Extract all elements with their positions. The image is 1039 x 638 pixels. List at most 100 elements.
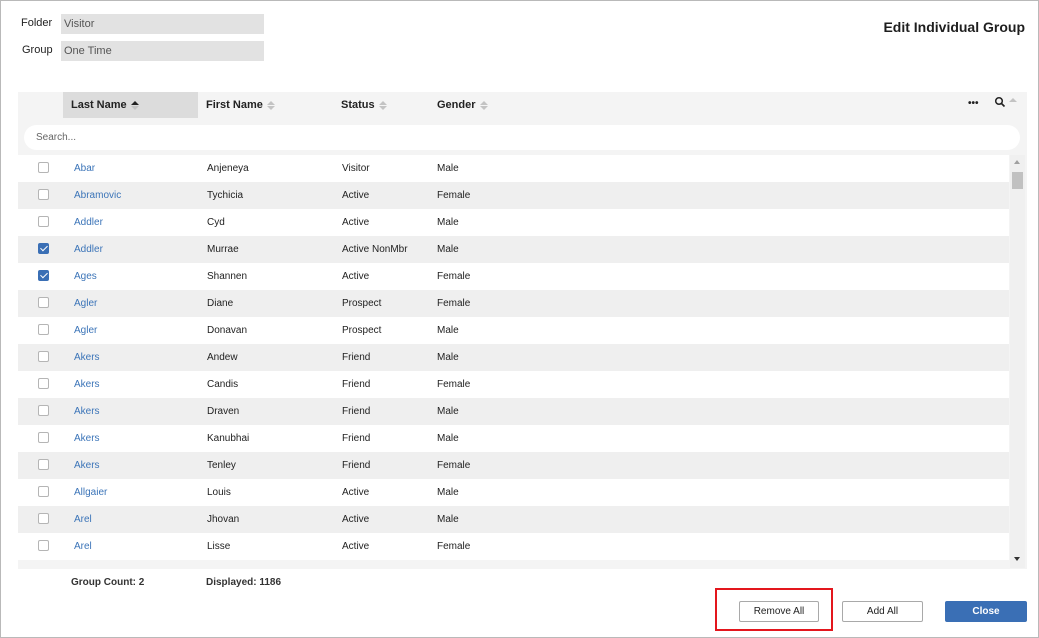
row-checkbox[interactable] (38, 270, 49, 281)
cell-last-name[interactable]: Addler (74, 236, 103, 263)
cell-last-name[interactable]: Arel (74, 506, 92, 533)
cell-last-name[interactable]: Allgaier (74, 479, 107, 506)
vertical-scrollbar[interactable] (1010, 155, 1025, 568)
cell-status: Active (342, 541, 370, 552)
group-field[interactable]: One Time (61, 41, 264, 61)
cell-last-name[interactable]: Agler (74, 317, 97, 344)
scroll-up-icon[interactable] (1014, 160, 1020, 164)
cell-first-name: Murrae (207, 244, 239, 255)
cell-last-name[interactable]: Akers (74, 398, 100, 425)
cell-last-name[interactable]: Abar (74, 155, 95, 182)
cell-gender: Male (437, 514, 459, 525)
row-checkbox[interactable] (38, 378, 49, 389)
column-label-last-name: Last Name (71, 99, 127, 111)
add-all-button[interactable]: Add All (842, 601, 923, 622)
table-row[interactable]: Akers Candis Friend Female (18, 371, 1009, 398)
folder-field[interactable]: Visitor (61, 14, 264, 34)
more-options-icon[interactable]: ••• (968, 98, 979, 109)
rows-container: Abar Anjeneya Visitor Male Abramovic Tychicia… (18, 155, 1009, 569)
table-row[interactable]: Agler Donavan Prospect Male (18, 317, 1009, 344)
cell-gender: Male (437, 487, 459, 498)
cell-status: Friend (342, 352, 371, 363)
cell-last-name[interactable]: Akers (74, 371, 100, 398)
cell-gender: Female (437, 541, 471, 552)
table-row[interactable]: Arel Jhovan Active Male (18, 506, 1009, 533)
column-header-gender[interactable]: Gender (437, 92, 488, 118)
row-checkbox[interactable] (38, 513, 49, 524)
cell-gender: Female (437, 379, 471, 390)
sort-icon (266, 100, 275, 110)
cell-first-name: Diane (207, 298, 234, 309)
cell-first-name: Louis (207, 487, 231, 498)
column-label-first-name: First Name (206, 99, 263, 111)
cell-status: Active (342, 217, 370, 228)
row-checkbox[interactable] (38, 486, 49, 497)
cell-last-name[interactable]: Abramovic (74, 182, 121, 209)
row-checkbox[interactable] (38, 540, 49, 551)
row-checkbox[interactable] (38, 162, 49, 173)
cell-last-name[interactable]: Addler (74, 209, 103, 236)
row-checkbox[interactable] (38, 351, 49, 362)
table-row[interactable]: Akers Kanubhai Friend Male (18, 425, 1009, 452)
cell-last-name[interactable]: Akers (74, 452, 100, 479)
close-button[interactable]: Close (945, 601, 1027, 622)
row-checkbox[interactable] (38, 432, 49, 443)
collapse-icon[interactable] (1009, 98, 1017, 102)
cell-status: Friend (342, 379, 371, 390)
row-checkbox[interactable] (38, 324, 49, 335)
displayed-count: Displayed: 1186 (206, 577, 282, 588)
members-grid: Last Name First Name Status Gender ••• S… (18, 92, 1027, 569)
sort-icon (130, 100, 139, 110)
edit-group-dialog: Folder Visitor Group One Time Edit Indiv… (0, 0, 1039, 638)
dialog-title: Edit Individual Group (883, 19, 1025, 35)
table-row[interactable]: Arel Lisse Active Female (18, 533, 1009, 560)
row-checkbox[interactable] (38, 216, 49, 227)
row-checkbox[interactable] (38, 189, 49, 200)
cell-first-name: Draven (207, 406, 240, 417)
table-row[interactable]: Abramovic Tychicia Active Female (18, 182, 1009, 209)
cell-status: Prospect (342, 325, 382, 336)
cell-last-name[interactable]: Arel (74, 533, 92, 560)
cell-status: Prospect (342, 298, 382, 309)
table-row[interactable]: Addler Murrae Active NonMbr Male (18, 236, 1009, 263)
search-input[interactable]: Search... (24, 125, 1020, 150)
group-label: Group (22, 44, 53, 56)
cell-status: Visitor (342, 163, 370, 174)
column-header-first-name[interactable]: First Name (206, 92, 275, 118)
search-icon[interactable] (994, 96, 1006, 111)
table-row[interactable]: Ages Shannen Active Female (18, 263, 1009, 290)
table-row[interactable]: Allgaier Louis Active Male (18, 479, 1009, 506)
cell-first-name: Tychicia (207, 190, 244, 201)
table-row[interactable]: Akers Draven Friend Male (18, 398, 1009, 425)
row-checkbox[interactable] (38, 243, 49, 254)
row-checkbox[interactable] (38, 297, 49, 308)
column-header-status[interactable]: Status (341, 92, 387, 118)
table-row[interactable]: Akers Andew Friend Male (18, 344, 1009, 371)
row-checkbox[interactable] (38, 405, 49, 416)
cell-gender: Male (437, 217, 459, 228)
cell-status: Active (342, 487, 370, 498)
cell-gender: Female (437, 460, 471, 471)
cell-last-name[interactable]: Akers (74, 344, 100, 371)
column-header-last-name[interactable]: Last Name (63, 92, 198, 118)
cell-gender: Female (437, 298, 471, 309)
cell-last-name[interactable]: Akers (74, 425, 100, 452)
table-row[interactable]: Abar Anjeneya Visitor Male (18, 155, 1009, 182)
table-row[interactable]: Agler Diane Prospect Female (18, 290, 1009, 317)
row-checkbox[interactable] (38, 459, 49, 470)
column-label-gender: Gender (437, 99, 476, 111)
scrollbar-thumb[interactable] (1012, 172, 1023, 189)
table-row[interactable]: Akers Tenley Friend Female (18, 452, 1009, 479)
cell-first-name: Kanubhai (207, 433, 250, 444)
cell-first-name: Tenley (207, 460, 236, 471)
cell-first-name: Lisse (207, 541, 231, 552)
table-row[interactable]: Addler Cyd Active Male (18, 209, 1009, 236)
cell-last-name[interactable]: Agler (74, 290, 97, 317)
cell-first-name: Jhovan (207, 514, 240, 525)
cell-gender: Male (437, 433, 459, 444)
scroll-down-icon[interactable] (1014, 557, 1020, 561)
cell-status: Friend (342, 460, 371, 471)
cell-last-name[interactable]: Ages (74, 263, 97, 290)
group-count: Group Count: 2 (71, 577, 145, 588)
cell-gender: Male (437, 352, 459, 363)
